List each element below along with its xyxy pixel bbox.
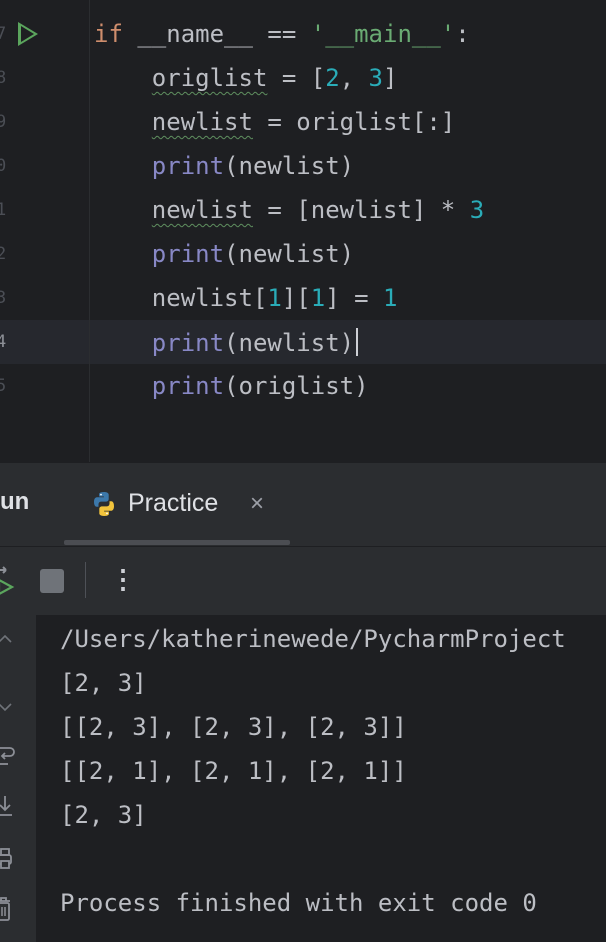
code-token: = origlist[:] xyxy=(252,108,456,136)
code-line[interactable]: newlist[1][1] = 1 xyxy=(94,284,398,312)
more-vertical-icon[interactable]: ⋮ xyxy=(110,564,136,595)
stop-icon[interactable] xyxy=(40,569,64,593)
code-line[interactable]: print(origlist) xyxy=(94,372,369,400)
python-icon xyxy=(94,492,114,516)
code-token: = [newlist] * xyxy=(252,196,470,224)
line-number: 4 xyxy=(0,332,7,352)
run-toolbar xyxy=(0,546,606,616)
tab-practice[interactable]: Practice xyxy=(128,489,218,518)
scroll-to-end-icon[interactable] xyxy=(0,794,16,820)
rerun-icon[interactable] xyxy=(0,566,18,596)
code-token: print xyxy=(151,152,225,180)
code-token: newlist xyxy=(151,196,253,224)
code-token: 1 xyxy=(310,284,326,312)
line-number: 0 xyxy=(0,156,7,176)
code-token: __name__ == xyxy=(122,20,311,48)
line-number: 5 xyxy=(0,376,7,396)
code-token: '__main__' xyxy=(310,20,456,48)
code-token: print xyxy=(151,372,225,400)
code-line[interactable]: newlist = origlist[:] xyxy=(94,108,455,136)
code-line[interactable]: origlist = [2, 3] xyxy=(94,64,398,92)
code-line[interactable]: if __name__ == '__main__': xyxy=(94,20,470,48)
toolbar-separator xyxy=(85,562,86,598)
code-token: ] = xyxy=(325,284,383,312)
close-icon[interactable]: × xyxy=(250,490,264,518)
line-number: 1 xyxy=(0,200,7,220)
code-token: 1 xyxy=(383,284,398,312)
tab-run[interactable]: un xyxy=(0,488,29,516)
code-token: if xyxy=(94,20,123,48)
line-number: 7 xyxy=(0,24,7,44)
console-line: [2, 3] xyxy=(60,801,147,829)
code-token: (newlist) xyxy=(224,329,355,357)
code-token: newlist xyxy=(151,108,253,136)
trash-icon[interactable] xyxy=(0,896,14,924)
console-line: [2, 3] xyxy=(60,669,147,697)
code-editor[interactable]: 7 8 9 0 1 2 3 4 5 if __name__ == '__main… xyxy=(0,0,606,462)
console-output[interactable]: /Users/katherinewede/PycharmProject [2, … xyxy=(36,615,606,942)
console-line: Process finished with exit code 0 xyxy=(60,889,537,917)
print-icon[interactable] xyxy=(0,846,15,872)
line-number: 9 xyxy=(0,112,7,132)
code-line[interactable]: print(newlist) xyxy=(94,152,354,180)
code-token: , xyxy=(339,64,369,92)
code-token: (newlist) xyxy=(224,240,355,268)
console-line: [[2, 1], [2, 1], [2, 1]] xyxy=(60,757,407,785)
line-number: 8 xyxy=(0,68,7,88)
code-token: origlist xyxy=(151,64,268,92)
code-line[interactable]: newlist = [newlist] * 3 xyxy=(94,196,484,224)
console-line: [[2, 3], [2, 3], [2, 3]] xyxy=(60,713,407,741)
soft-wrap-icon[interactable] xyxy=(0,744,16,770)
line-number: 3 xyxy=(0,288,7,308)
console-side-toolbar xyxy=(0,615,36,942)
code-token: 3 xyxy=(368,64,383,92)
code-token: 2 xyxy=(325,64,340,92)
code-token: ] xyxy=(383,64,398,92)
run-arrow-icon-inner xyxy=(21,26,34,42)
code-token: print xyxy=(151,329,225,357)
text-caret xyxy=(356,328,359,356)
code-line[interactable]: print(newlist) xyxy=(94,240,354,268)
code-token: (origlist) xyxy=(224,372,369,400)
code-token: 3 xyxy=(469,196,485,224)
code-token: newlist[ xyxy=(94,284,268,312)
line-number: 2 xyxy=(0,244,7,264)
gutter-separator xyxy=(89,0,90,462)
chevron-down-icon[interactable] xyxy=(0,700,14,714)
tab-scroll-indicator xyxy=(64,540,290,545)
code-line[interactable]: print(newlist) xyxy=(94,328,359,357)
code-token: (newlist) xyxy=(224,152,355,180)
code-token: : xyxy=(455,20,470,48)
chevron-up-icon[interactable] xyxy=(0,632,14,646)
code-token: print xyxy=(151,240,225,268)
code-token: 1 xyxy=(267,284,282,312)
code-token: ][ xyxy=(281,284,311,312)
console-line: /Users/katherinewede/PycharmProject xyxy=(60,625,566,653)
code-token: = [ xyxy=(267,64,326,92)
